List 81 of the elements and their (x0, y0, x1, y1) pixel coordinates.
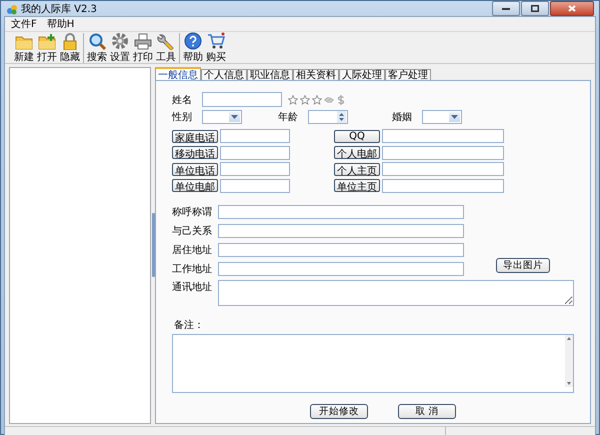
toolbar-button[interactable]: 打印 (133, 32, 153, 64)
menu-item[interactable]: 文件F (11, 17, 37, 31)
field-label: 备注： (174, 318, 205, 332)
toolbar-button[interactable]: 帮助 (183, 32, 203, 64)
contact-type-button[interactable]: QQ (334, 130, 380, 142)
search-icon (88, 32, 106, 50)
printer-icon (134, 32, 152, 50)
contact-type-button[interactable]: 移动电话 (172, 146, 218, 159)
input-field[interactable] (218, 204, 464, 218)
contact-type-button[interactable]: 个人主页 (334, 162, 380, 176)
contact-type-button[interactable]: 个人电邮 (334, 146, 380, 159)
input-field[interactable] (382, 129, 504, 143)
lock-icon (61, 32, 79, 50)
star-icon (312, 94, 322, 104)
toolbar-button[interactable]: 打开 (37, 32, 57, 64)
toolbar-button[interactable]: 工具 (156, 32, 176, 64)
field-label: 姓名 (172, 94, 193, 106)
minimize-button[interactable] (492, 1, 520, 16)
input-field[interactable] (218, 242, 464, 256)
tab[interactable]: 相关资料 (293, 69, 339, 80)
scrollbar[interactable] (565, 334, 573, 386)
dollar-icon (336, 94, 346, 104)
input-field[interactable] (220, 129, 290, 143)
cart-icon (207, 32, 225, 50)
field-label: 婚姻 (392, 110, 413, 124)
field-label: 工作地址 (172, 262, 213, 276)
toolbar-button[interactable]: 设置 (110, 32, 130, 64)
toolbar-button[interactable]: 新建 (14, 32, 34, 64)
input-field[interactable] (382, 162, 504, 176)
toolbar-button[interactable]: 隐藏 (60, 32, 80, 64)
export-image-button[interactable]: 导出图片 (496, 258, 550, 272)
contact-type-button[interactable]: 单位电邮 (172, 179, 218, 192)
tab[interactable]: 职业信息 (247, 69, 293, 80)
input-field[interactable] (382, 178, 504, 192)
input-field[interactable] (220, 178, 290, 192)
input-field[interactable] (218, 262, 464, 276)
window-title: 我的人际库 V2.3 (21, 2, 98, 16)
dropdown-arrow-icon (231, 114, 238, 118)
toolbar-button[interactable]: 搜索 (87, 32, 107, 64)
action-button[interactable]: 取 消 (398, 404, 456, 418)
field-label: 性别 (172, 110, 193, 124)
toolbar-button[interactable]: 购买 (206, 32, 226, 64)
notes-field[interactable] (172, 334, 574, 392)
tab[interactable]: 一般信息 (155, 67, 201, 80)
tab[interactable]: 个人信息 (201, 69, 247, 80)
settings-icon (111, 32, 129, 50)
menu-item[interactable]: 帮助H (46, 17, 74, 31)
tab[interactable]: 人际处理 (339, 69, 385, 80)
app-icon (6, 2, 18, 14)
help-icon (184, 32, 202, 50)
dropdown[interactable] (202, 110, 242, 124)
star-icon (300, 94, 310, 104)
wrench-icon (157, 32, 175, 50)
field-label: 与己关系 (172, 224, 213, 238)
contact-type-button[interactable]: 单位电话 (172, 162, 218, 176)
field-label: 通讯地址 (172, 280, 213, 294)
contact-type-button[interactable]: 单位主页 (334, 179, 380, 192)
dropdown-arrow-icon (451, 114, 458, 118)
field-label: 称呼称谓 (172, 206, 213, 218)
field-label: 年龄 (278, 110, 299, 124)
address-field[interactable] (218, 280, 574, 306)
dropdown[interactable] (422, 110, 462, 124)
input-field[interactable] (218, 224, 464, 238)
maximize-button[interactable] (521, 1, 549, 16)
number-spinner[interactable] (308, 110, 348, 124)
contact-type-button[interactable]: 家庭电话 (172, 130, 218, 142)
close-icon (568, 5, 576, 12)
spinner-arrows-icon (337, 110, 346, 122)
close-button[interactable] (550, 1, 594, 16)
input-field[interactable] (220, 146, 290, 160)
star-icon (288, 94, 298, 104)
input-field[interactable] (220, 162, 290, 176)
action-button[interactable]: 开始修改 (310, 404, 368, 418)
folder-plus-icon (38, 32, 56, 50)
name-field[interactable] (202, 92, 282, 107)
input-field[interactable] (382, 146, 504, 160)
maximize-icon (531, 5, 539, 12)
field-label: 居住地址 (172, 244, 213, 256)
splitter-handle[interactable] (152, 213, 154, 278)
minimize-icon (502, 6, 510, 10)
tab[interactable]: 客户处理 (385, 69, 431, 80)
